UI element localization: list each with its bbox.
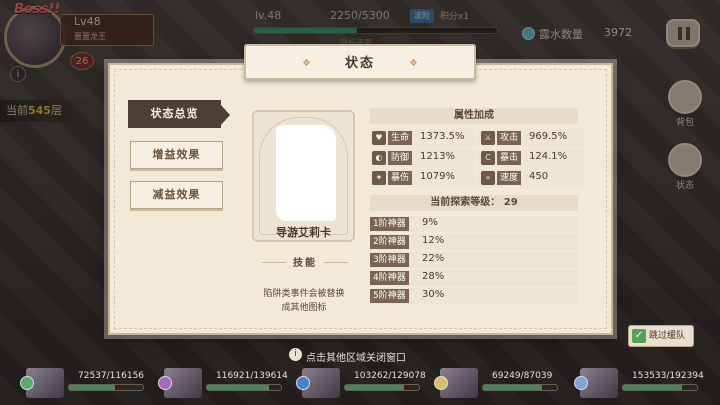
- tab-overview[interactable]: 状态总览: [128, 100, 230, 128]
- hp-bar: [482, 384, 558, 391]
- class-icon: [574, 376, 588, 390]
- heart-icon: ♥: [372, 131, 386, 145]
- close-hint: 点击其他区域关闭窗口: [306, 353, 406, 364]
- attr-value: 450: [529, 171, 549, 182]
- party-member[interactable]: 69249/87039: [434, 368, 558, 398]
- attr-name: 速度: [497, 171, 522, 185]
- skill-description: 陷阱类事件会被替换 成其他图标: [248, 287, 360, 315]
- attr-hp: ♥ 生命 1373.5%: [372, 130, 470, 146]
- attr-value: 1213%: [420, 151, 455, 162]
- attr-def: ◐ 防御 1213%: [372, 150, 470, 166]
- hp-bar: [206, 384, 282, 391]
- attr-crit: C 暴击 124.1%: [481, 150, 579, 166]
- speed-icon: »: [481, 171, 495, 185]
- hp-bar-fill: [623, 385, 683, 390]
- shield-icon: ◐: [372, 151, 386, 165]
- hp-text: 72537/116156: [78, 371, 145, 381]
- party-member[interactable]: 116921/139614: [158, 368, 288, 398]
- class-icon: [20, 376, 34, 390]
- gear-bonus: 22%: [422, 253, 445, 264]
- character-name: 导游艾莉卡: [276, 226, 331, 239]
- gear-bonus: 28%: [422, 271, 445, 282]
- burst-icon: ✦: [372, 171, 386, 185]
- attr-value: 1079%: [420, 171, 455, 182]
- tab-buffs[interactable]: 增益效果: [130, 141, 223, 169]
- gear-bonus: 9%: [422, 217, 438, 228]
- gear-row: 4阶神器 28%: [370, 270, 578, 286]
- skill-description-line: 陷阱类事件会被替换: [263, 289, 345, 299]
- skill-label: 技能: [293, 258, 317, 269]
- info-icon: i: [289, 348, 302, 361]
- gear-tier: 1阶神器: [370, 217, 409, 231]
- hp-bar: [622, 384, 698, 391]
- tab-debuffs[interactable]: 减益效果: [130, 181, 223, 209]
- gear-bonus: 12%: [422, 235, 445, 246]
- attr-speed: » 速度 450: [481, 170, 579, 186]
- hp-text: 103262/129078: [354, 371, 426, 381]
- hp-bar-fill: [69, 385, 116, 390]
- party-member[interactable]: 72537/116156: [20, 368, 145, 398]
- gear-row: 3阶神器 22%: [370, 252, 578, 268]
- class-icon: [434, 376, 448, 390]
- hp-bar-fill: [207, 385, 269, 390]
- class-icon: [296, 376, 310, 390]
- gear-tier: 4阶神器: [370, 271, 409, 285]
- attributes-header: 属性加成: [370, 108, 578, 124]
- gear-tier: 2阶神器: [370, 235, 409, 249]
- attr-name: 防御: [388, 151, 413, 165]
- party-member[interactable]: 103262/129078: [296, 368, 426, 398]
- hp-text: 153533/192394: [632, 371, 704, 381]
- crit-icon: C: [481, 151, 495, 165]
- hp-bar: [344, 384, 420, 391]
- gear-bonus: 30%: [422, 289, 445, 300]
- attr-name: 暴击: [497, 151, 522, 165]
- attr-name: 暴伤: [388, 171, 413, 185]
- skill-description-line: 成其他图标: [281, 303, 327, 313]
- attr-value: 969.5%: [529, 131, 568, 142]
- sword-icon: ⚔: [481, 131, 495, 145]
- hp-bar: [68, 384, 144, 391]
- gear-tier: 5阶神器: [370, 289, 409, 303]
- attr-crit-dmg: ✦ 暴伤 1079%: [372, 170, 470, 186]
- gear-row: 5阶神器 30%: [370, 288, 578, 304]
- explore-level-value: 29: [503, 197, 518, 208]
- hp-bar-fill: [483, 385, 542, 390]
- class-icon: [158, 376, 172, 390]
- gear-tier: 3阶神器: [370, 253, 409, 267]
- hp-text: 116921/139614: [216, 371, 288, 381]
- panel-title: 状态: [344, 56, 375, 71]
- attr-name: 攻击: [497, 131, 522, 145]
- gear-row: 1阶神器 9%: [370, 216, 578, 232]
- attr-atk: ⚔ 攻击 969.5%: [481, 130, 579, 146]
- hp-bar-fill: [345, 385, 405, 390]
- attr-name: 生命: [388, 131, 413, 145]
- checkbox-checked-icon[interactable]: ✓: [632, 329, 646, 343]
- gear-row: 2阶神器 12%: [370, 234, 578, 250]
- attr-value: 1373.5%: [420, 131, 465, 142]
- attr-value: 124.1%: [529, 151, 568, 162]
- party-member[interactable]: 153533/192394: [574, 368, 704, 398]
- character-silhouette: [276, 125, 336, 221]
- hp-text: 69249/87039: [492, 371, 553, 381]
- explore-level-label: 当前探索等级：: [430, 197, 501, 208]
- explore-level-header: 当前探索等级： 29: [370, 195, 578, 211]
